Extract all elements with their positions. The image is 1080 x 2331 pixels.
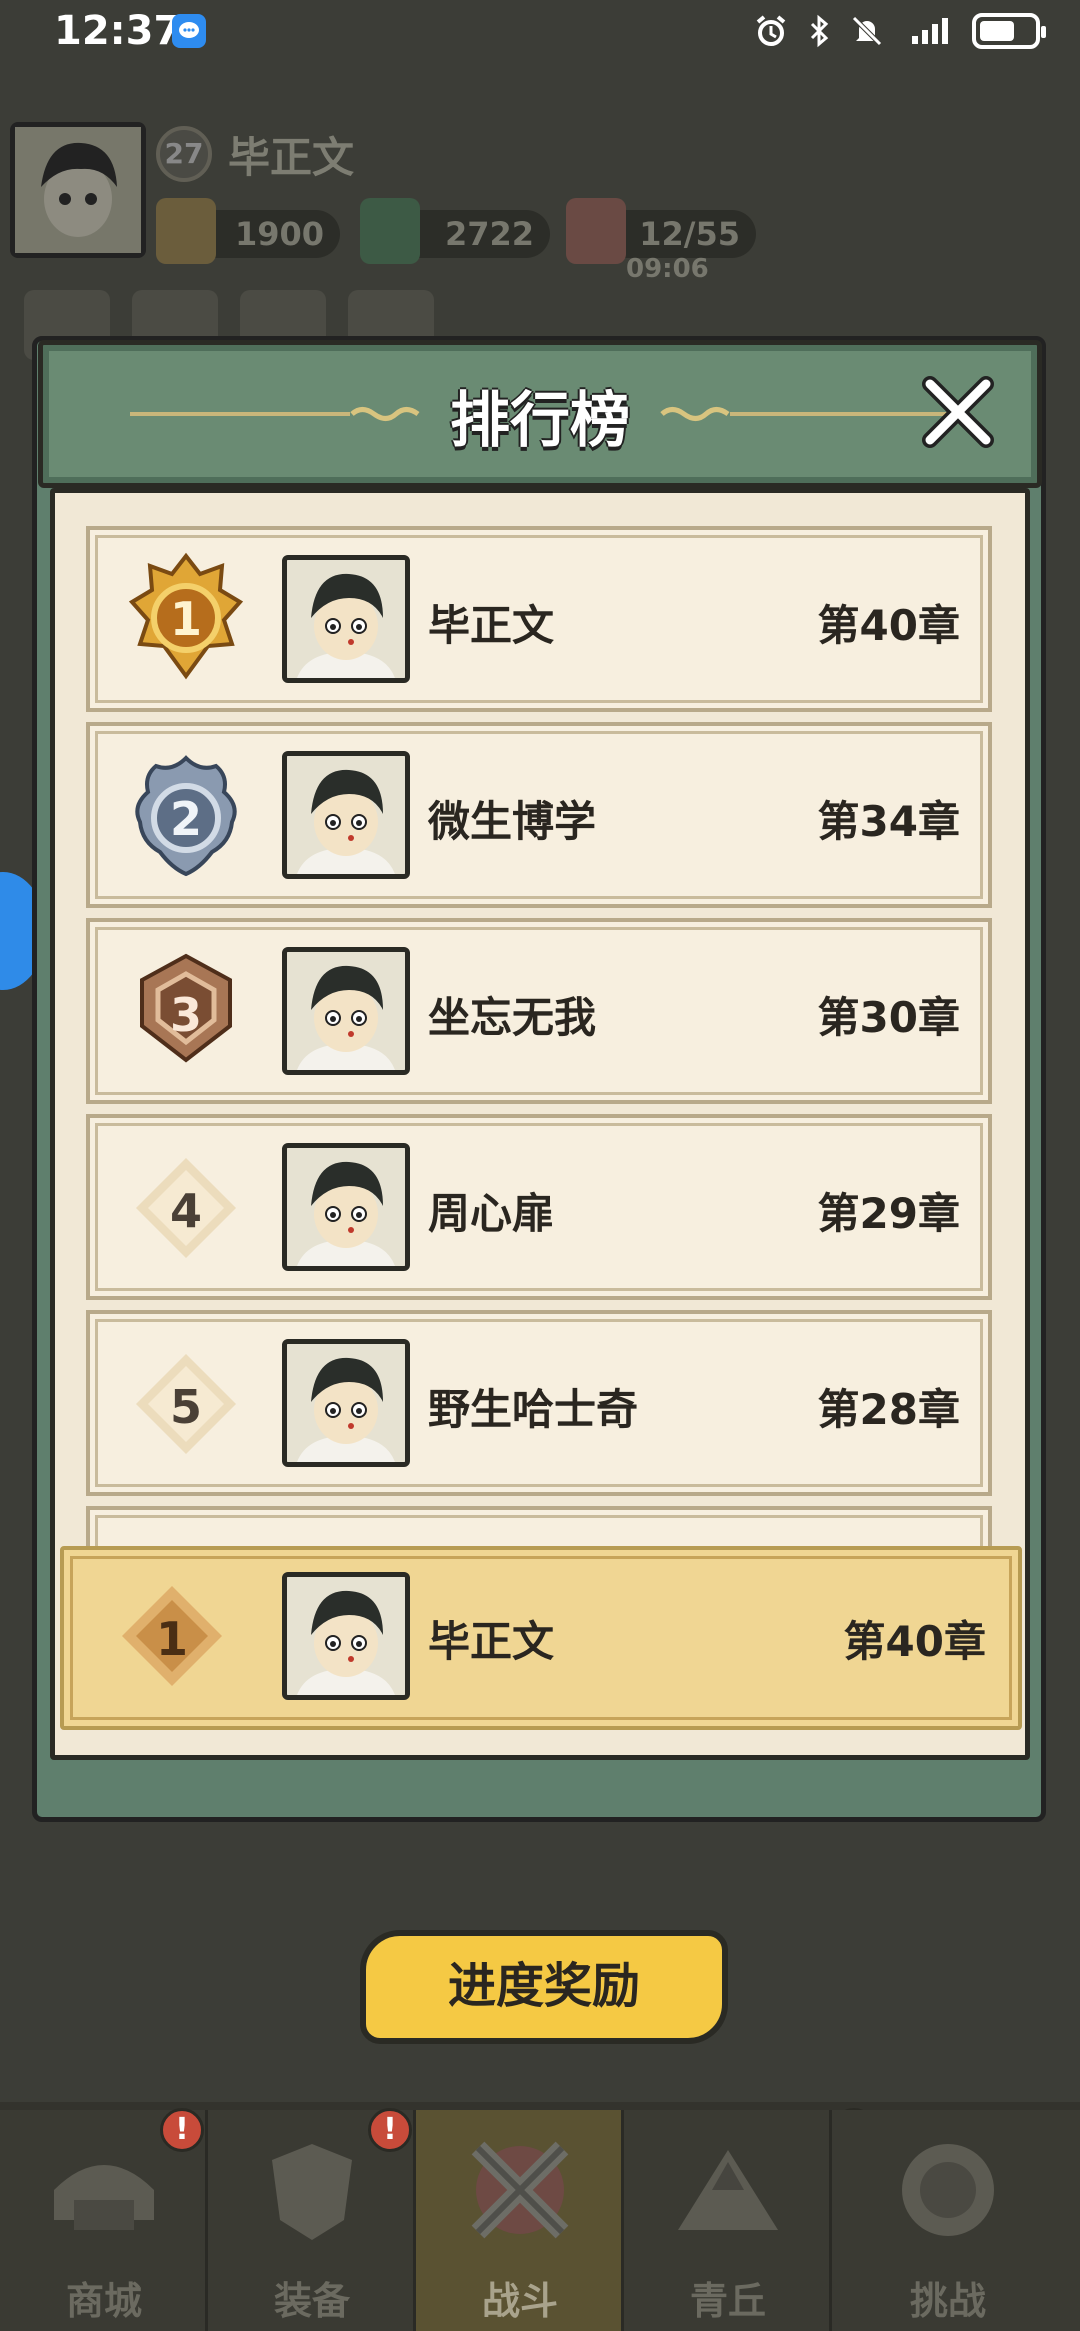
silver-rank-badge-icon: 2 [126, 752, 246, 882]
player-portrait [282, 555, 410, 683]
bluetooth-icon [802, 14, 836, 48]
player-name: 周心扉 [428, 1189, 555, 1238]
alarm-icon [754, 14, 788, 48]
nav-tab-challenge[interactable]: 挑战 [832, 2110, 1080, 2331]
player-portrait [282, 1143, 410, 1271]
player-portrait [282, 1572, 410, 1700]
my-rank-diamond-icon: 1 [112, 1572, 232, 1702]
player-name: 毕正文 [428, 1617, 555, 1666]
chapter-progress: 第40章 [817, 601, 960, 650]
message-app-icon [172, 14, 206, 48]
stamina-timer: 09:06 [626, 254, 709, 284]
player-portrait [282, 751, 410, 879]
gold-rank-badge-icon: 1 [126, 552, 246, 682]
status-time: 12:37 [54, 8, 182, 54]
player-portrait [282, 1339, 410, 1467]
gold-icon[interactable] [156, 198, 216, 264]
bronze-rank-badge-icon: 3 [126, 948, 246, 1078]
peach-stamina-icon[interactable] [566, 198, 626, 264]
nav-tab-qingqiu[interactable]: 青丘 [624, 2110, 832, 2331]
nav-label: 战斗 [481, 2279, 558, 2323]
chapter-progress: 第40章 [843, 1617, 986, 1666]
nav-tab-battle[interactable]: 战斗 [416, 2110, 624, 2331]
progress-reward-button[interactable]: 进度奖励 [360, 1930, 728, 2044]
battery-icon [972, 13, 1046, 49]
mountain-icon [678, 2150, 778, 2230]
jade-dragon-icon[interactable] [360, 198, 420, 264]
chapter-progress: 第34章 [817, 797, 960, 846]
rank-number: 1 [169, 592, 202, 646]
chapter-progress: 第30章 [817, 993, 960, 1042]
armor-icon [272, 2144, 352, 2240]
crossed-swords-icon [471, 2141, 569, 2239]
status-bar: 12:37 [0, 0, 1080, 62]
notification-badge: ! [368, 2108, 412, 2152]
signal-icon [898, 14, 958, 48]
chapter-progress: 第28章 [817, 1385, 960, 1434]
player-portrait [282, 947, 410, 1075]
notification-badge: ! [160, 2108, 204, 2152]
rank-number: 2 [169, 792, 202, 846]
player-name: 毕正文 [228, 133, 355, 182]
chapter-progress: 第29章 [817, 1189, 960, 1238]
rank-diamond-icon: 4 [126, 1144, 246, 1274]
challenge-icon [902, 2144, 994, 2236]
rank-diamond-icon: 5 [126, 1340, 246, 1470]
player-name: 微生博学 [428, 797, 597, 846]
close-icon[interactable] [918, 372, 998, 452]
player-level-badge: 27 [156, 126, 212, 182]
player-name: 毕正文 [428, 601, 555, 650]
rank-number: 1 [155, 1612, 188, 1666]
player-name: 野生哈士奇 [428, 1385, 639, 1434]
nav-label: 装备 [273, 2279, 350, 2323]
shop-icon [54, 2165, 154, 2230]
player-name: 坐忘无我 [428, 993, 597, 1042]
rank-number: 4 [169, 1184, 202, 1238]
rank-number: 3 [169, 988, 202, 1042]
mute-icon [850, 14, 884, 48]
status-icons [754, 10, 1046, 52]
nav-label: 挑战 [909, 2279, 986, 2323]
nav-label: 青丘 [689, 2279, 766, 2323]
player-avatar[interactable] [10, 122, 146, 258]
nav-label: 商城 [65, 2279, 142, 2323]
rank-number: 5 [169, 1380, 202, 1434]
